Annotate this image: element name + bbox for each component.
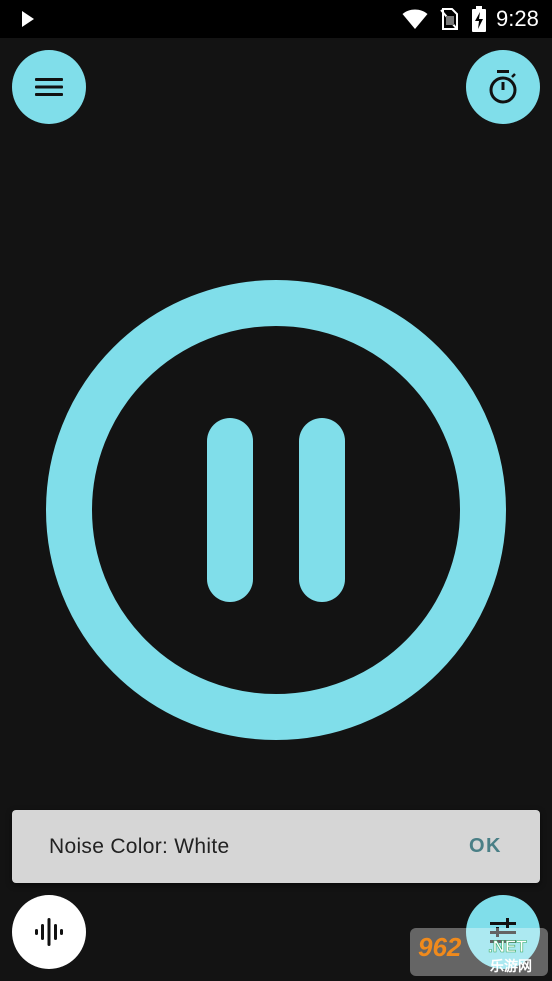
hamburger-menu-icon	[35, 78, 63, 96]
watermark-suffix: .NET	[488, 937, 527, 956]
play-indicator-icon	[22, 11, 34, 27]
snackbar-ok-button[interactable]: OK	[469, 810, 502, 883]
noise-type-button[interactable]	[12, 895, 86, 969]
battery-charging-icon	[472, 6, 486, 32]
stopwatch-icon	[489, 70, 517, 104]
play-pause-button[interactable]	[46, 280, 506, 740]
wifi-icon	[402, 9, 428, 29]
snackbar: Noise Color: White OK	[12, 810, 540, 883]
watermark-logo: 962 .NET 乐游网	[410, 928, 548, 976]
status-bar: 9:28	[0, 0, 552, 38]
app-screen: 9:28 Noise Color: White OK 962 .NET 乐游网	[0, 0, 552, 981]
no-sim-icon	[440, 8, 458, 30]
snackbar-message: Noise Color: White	[49, 835, 230, 858]
pause-icon	[46, 280, 506, 740]
menu-button[interactable]	[12, 50, 86, 124]
watermark-number: 962	[418, 932, 462, 962]
timer-button[interactable]	[466, 50, 540, 124]
status-clock: 9:28	[496, 6, 539, 31]
watermark-cn: 乐游网	[490, 958, 532, 975]
sound-wave-icon	[35, 918, 63, 946]
